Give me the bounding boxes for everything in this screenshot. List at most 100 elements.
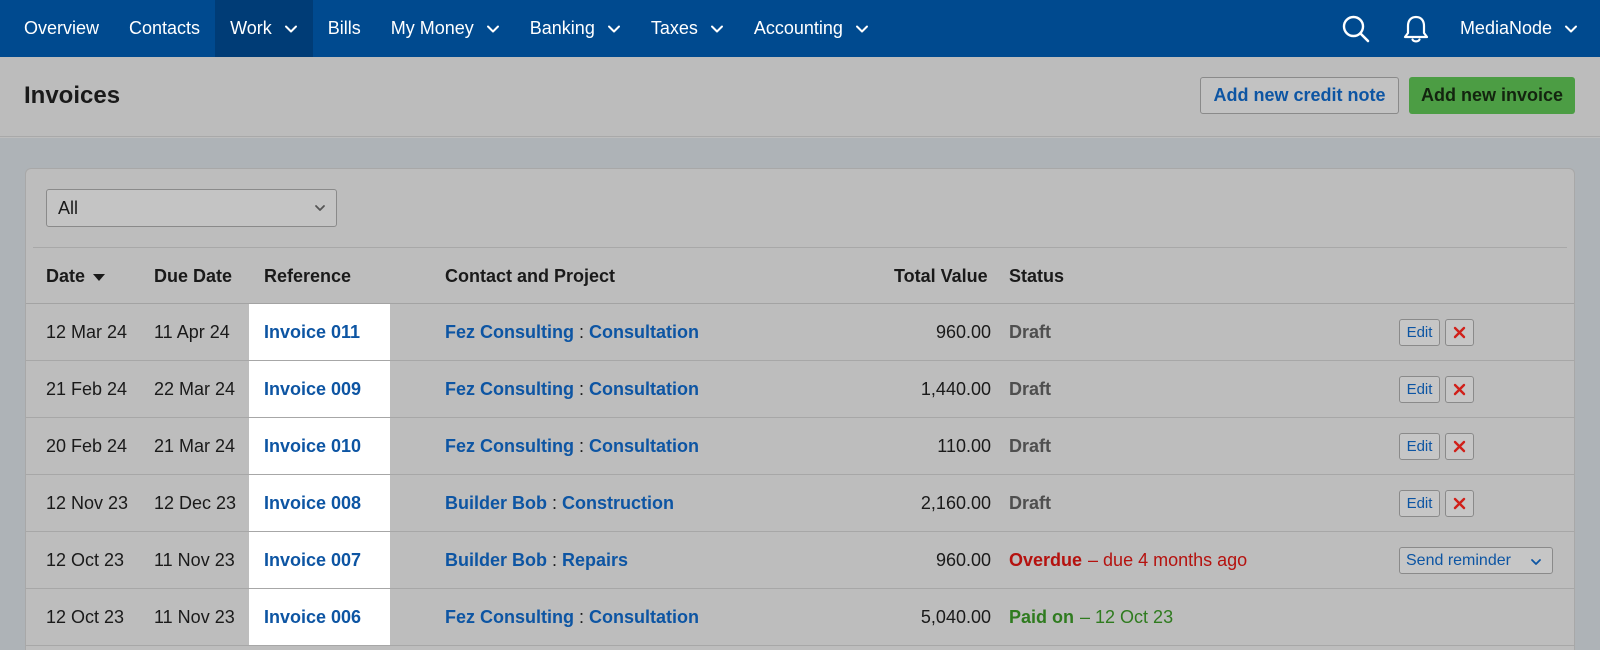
date-cell: 12 Oct 23 bbox=[46, 606, 125, 627]
status-detail: – due 4 months ago bbox=[1088, 549, 1248, 570]
page-header: Invoices Add new credit note Add new inv… bbox=[0, 57, 1600, 137]
date-cell: 12 Nov 23 bbox=[46, 492, 129, 513]
due-date-cell: 12 Dec 23 bbox=[154, 492, 237, 513]
edit-button[interactable]: Edit bbox=[1399, 319, 1440, 346]
nav-right-group: MediaNode bbox=[1326, 0, 1600, 57]
contact-separator: : bbox=[579, 606, 585, 627]
column-header-total-value[interactable]: Total Value bbox=[894, 266, 988, 287]
status-cell: Draft bbox=[1009, 475, 1051, 531]
status-badge: Draft bbox=[1009, 435, 1052, 456]
search-icon bbox=[1342, 15, 1370, 42]
project-link[interactable]: Consultation bbox=[589, 379, 699, 400]
invoice-reference-link[interactable]: Invoice 008 bbox=[264, 475, 361, 531]
column-header-label: Reference bbox=[264, 266, 352, 286]
invoice-reference-link[interactable]: Invoice 010 bbox=[264, 418, 361, 474]
add-invoice-button[interactable]: Add new invoice bbox=[1409, 77, 1575, 114]
contact-separator: : bbox=[552, 492, 558, 513]
invoice-reference-link[interactable]: Invoice 009 bbox=[264, 361, 361, 417]
project-link[interactable]: Consultation bbox=[589, 607, 699, 628]
table-row: 20 Feb 24 21 Mar 24 Invoice 010 Fez Cons… bbox=[26, 418, 1574, 475]
table-row: 12 Mar 24 11 Apr 24 Invoice 011 Fez Cons… bbox=[26, 304, 1574, 361]
nav-item-my-money[interactable]: My Money bbox=[376, 0, 515, 57]
total-value-cell: 110.00 bbox=[937, 435, 991, 456]
nav-item-label: Taxes bbox=[650, 18, 698, 38]
chevron-down-icon bbox=[607, 25, 620, 32]
nav-item-bills[interactable]: Bills bbox=[313, 0, 376, 57]
notifications-button[interactable] bbox=[1386, 0, 1446, 57]
contact-project-cell: Fez Consulting: Consultation bbox=[445, 304, 699, 360]
close-icon bbox=[1453, 326, 1466, 339]
invoice-reference-link[interactable]: Invoice 011 bbox=[264, 304, 360, 360]
close-icon bbox=[1453, 497, 1466, 510]
due-date-cell: 11 Nov 23 bbox=[154, 549, 235, 570]
nav-item-taxes[interactable]: Taxes bbox=[636, 0, 739, 57]
project-link[interactable]: Construction bbox=[562, 493, 674, 514]
table-row: 21 Feb 24 22 Mar 24 Invoice 009 Fez Cons… bbox=[26, 361, 1574, 418]
date-cell: 20 Feb 24 bbox=[46, 435, 128, 456]
status-cell: Paid on – 12 Oct 23 bbox=[1009, 589, 1173, 645]
project-link[interactable]: Consultation bbox=[589, 322, 699, 343]
edit-button[interactable]: Edit bbox=[1399, 490, 1440, 517]
status-filter-select[interactable]: All bbox=[46, 189, 337, 227]
contact-link[interactable]: Fez Consulting bbox=[445, 322, 574, 343]
contact-link[interactable]: Fez Consulting bbox=[445, 607, 574, 628]
contact-project-cell: Builder Bob: Construction bbox=[445, 475, 674, 531]
chevron-down-icon bbox=[486, 25, 499, 32]
send-reminder-button[interactable]: Send reminder bbox=[1399, 547, 1553, 574]
chevron-down-icon bbox=[710, 25, 723, 32]
user-menu[interactable]: MediaNode bbox=[1446, 0, 1600, 57]
delete-button[interactable] bbox=[1445, 319, 1474, 346]
column-header-date[interactable]: Date bbox=[46, 266, 106, 287]
nav-item-work[interactable]: Work bbox=[215, 0, 313, 57]
nav-item-contacts[interactable]: Contacts bbox=[114, 0, 215, 57]
total-value-cell: 960.00 bbox=[935, 321, 991, 342]
column-header-contact-project[interactable]: Contact and Project bbox=[445, 266, 615, 287]
chevron-down-icon bbox=[315, 205, 325, 211]
add-credit-note-button[interactable]: Add new credit note bbox=[1200, 77, 1399, 114]
contact-link[interactable]: Fez Consulting bbox=[445, 436, 574, 457]
chevron-down-icon bbox=[1531, 559, 1541, 565]
search-button[interactable] bbox=[1326, 0, 1386, 57]
column-header-reference[interactable]: Reference bbox=[264, 266, 351, 287]
column-header-status[interactable]: Status bbox=[1009, 266, 1064, 287]
invoice-reference-link[interactable]: Invoice 007 bbox=[264, 532, 361, 588]
date-cell: 12 Oct 23 bbox=[46, 549, 125, 570]
edit-button[interactable]: Edit bbox=[1399, 433, 1440, 460]
contact-separator: : bbox=[579, 321, 585, 342]
delete-button[interactable] bbox=[1445, 376, 1474, 403]
send-reminder-label: Send reminder bbox=[1406, 551, 1511, 569]
sort-descending-icon bbox=[93, 274, 106, 281]
nav-item-label: My Money bbox=[390, 18, 474, 38]
bell-icon bbox=[1403, 15, 1429, 42]
edit-button[interactable]: Edit bbox=[1399, 376, 1440, 403]
contact-separator: : bbox=[579, 435, 585, 456]
delete-button[interactable] bbox=[1445, 490, 1474, 517]
status-badge: Overdue bbox=[1009, 549, 1083, 570]
contact-link[interactable]: Builder Bob bbox=[445, 493, 547, 514]
column-header-label: Contact and Project bbox=[445, 266, 616, 286]
project-link[interactable]: Consultation bbox=[589, 436, 699, 457]
column-header-label: Date bbox=[46, 266, 86, 286]
contact-link[interactable]: Fez Consulting bbox=[445, 379, 574, 400]
nav-item-banking[interactable]: Banking bbox=[515, 0, 636, 57]
project-link[interactable]: Repairs bbox=[562, 550, 628, 571]
status-badge: Draft bbox=[1009, 492, 1052, 513]
divider bbox=[33, 247, 1567, 248]
delete-button[interactable] bbox=[1445, 433, 1474, 460]
due-date-cell: 21 Mar 24 bbox=[154, 435, 236, 456]
nav-item-overview[interactable]: Overview bbox=[0, 0, 114, 57]
invoice-reference-link[interactable]: Invoice 006 bbox=[264, 589, 361, 645]
status-cell: Draft bbox=[1009, 361, 1051, 417]
nav-item-label: Accounting bbox=[753, 18, 843, 38]
nav-item-accounting[interactable]: Accounting bbox=[739, 0, 884, 57]
chevron-down-icon bbox=[855, 25, 868, 32]
status-cell: Draft bbox=[1009, 304, 1051, 360]
nav-item-label: Overview bbox=[24, 18, 100, 38]
total-value-cell: 1,440.00 bbox=[920, 378, 991, 399]
due-date-cell: 11 Nov 23 bbox=[154, 606, 235, 627]
column-header-due-date[interactable]: Due Date bbox=[154, 266, 232, 287]
column-header-label: Due Date bbox=[154, 266, 233, 286]
contact-link[interactable]: Builder Bob bbox=[445, 550, 547, 571]
contact-separator: : bbox=[552, 549, 558, 570]
date-cell: 12 Mar 24 bbox=[46, 321, 128, 342]
